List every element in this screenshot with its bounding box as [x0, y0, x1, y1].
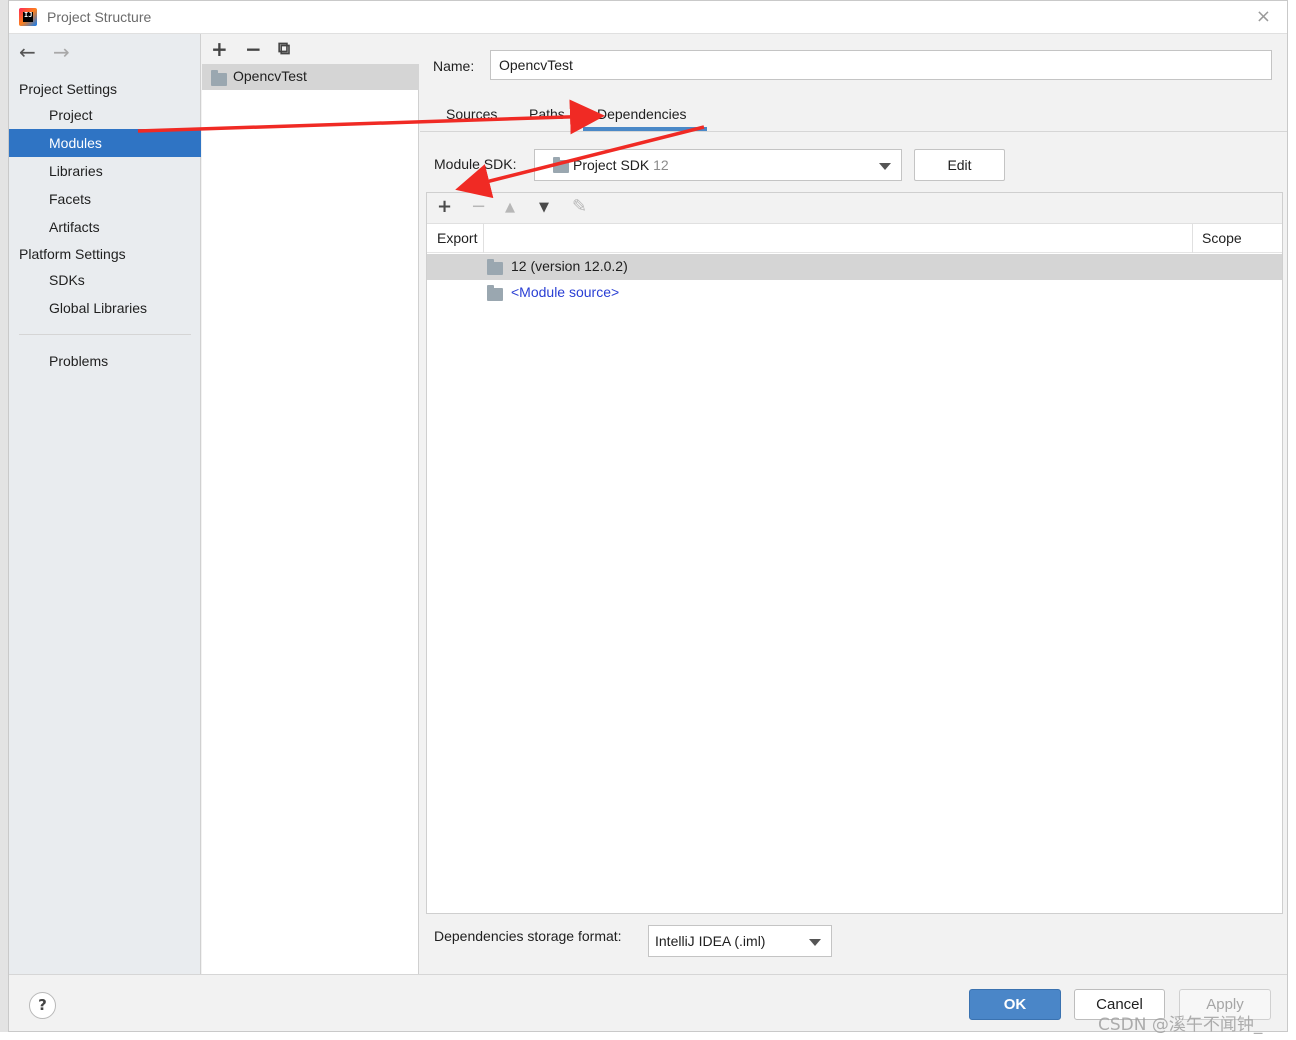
- sidebar-item-sdks[interactable]: SDKs: [9, 266, 201, 294]
- ok-button[interactable]: OK: [969, 989, 1061, 1020]
- settings-sidebar: ← → Project Settings Project Modules Lib…: [9, 34, 201, 974]
- dependencies-toolbar: + − ▲ ▼ ✎: [427, 193, 1282, 224]
- dependency-label: 12 (version 12.0.2): [511, 258, 628, 274]
- storage-format-label: Dependencies storage format:: [434, 928, 622, 944]
- sidebar-divider: [19, 334, 191, 335]
- sidebar-item-facets[interactable]: Facets: [9, 185, 201, 213]
- add-dependency-icon[interactable]: +: [437, 196, 452, 217]
- watermark: CSDN @溪午不闻钟_: [1098, 1015, 1263, 1035]
- module-sdk-label: Module SDK:: [434, 156, 517, 172]
- column-export[interactable]: Export: [437, 230, 477, 246]
- sdk-folder-icon: [553, 157, 569, 173]
- dependencies-table-header: Export Scope: [427, 224, 1282, 253]
- forward-arrow-icon[interactable]: →: [53, 40, 70, 64]
- edit-pencil-icon[interactable]: ✎: [572, 196, 587, 217]
- tab-sources[interactable]: Sources: [446, 106, 497, 122]
- module-folder-icon: [211, 70, 227, 86]
- name-label: Name:: [433, 58, 475, 74]
- window-title: Project Structure: [47, 9, 152, 25]
- sdk-version: 12: [653, 157, 669, 173]
- module-row-opencvtest[interactable]: OpencvTest: [202, 64, 419, 90]
- column-scope[interactable]: Scope: [1202, 230, 1242, 246]
- section-project-settings: Project Settings: [19, 81, 118, 97]
- background-ide-edge: [0, 0, 8, 1040]
- sidebar-item-global-libraries[interactable]: Global Libraries: [9, 294, 201, 322]
- sidebar-item-problems[interactable]: Problems: [9, 347, 201, 375]
- background-right-edge: [1288, 0, 1296, 1040]
- section-platform-settings: Platform Settings: [19, 246, 126, 262]
- module-list-toolbar: + − ⧉: [202, 34, 419, 64]
- sidebar-item-modules[interactable]: Modules: [9, 129, 201, 157]
- add-module-icon[interactable]: +: [211, 37, 228, 61]
- move-up-icon[interactable]: ▲: [505, 200, 515, 215]
- close-icon[interactable]: ×: [1256, 6, 1271, 27]
- column-divider: [483, 224, 484, 253]
- dependency-label: <Module source>: [511, 284, 620, 300]
- storage-format-value: IntelliJ IDEA (.iml): [655, 933, 766, 949]
- storage-format-dropdown[interactable]: IntelliJ IDEA (.iml): [648, 925, 832, 957]
- dialog-footer: ? OK Cancel Apply: [9, 974, 1287, 1031]
- screen: IJ Project Structure × ← → Project Setti…: [0, 0, 1296, 1040]
- module-name: OpencvTest: [233, 68, 307, 84]
- source-folder-icon: [487, 285, 503, 301]
- remove-dependency-icon[interactable]: −: [471, 196, 486, 217]
- module-sdk-dropdown[interactable]: Project SDK 12: [534, 149, 902, 181]
- edit-sdk-button[interactable]: Edit: [914, 149, 1005, 181]
- intellij-app-icon: IJ: [19, 8, 37, 26]
- tabs-divider: [420, 131, 1287, 132]
- back-arrow-icon[interactable]: ←: [19, 40, 36, 64]
- module-detail-panel: Name: OpencvTest Sources Paths Dependenc…: [420, 34, 1287, 974]
- move-down-icon[interactable]: ▼: [539, 200, 549, 215]
- sdk-folder-icon: [487, 259, 503, 275]
- tab-paths[interactable]: Paths: [529, 106, 565, 122]
- remove-module-icon[interactable]: −: [245, 37, 262, 61]
- tab-dependencies[interactable]: Dependencies: [597, 106, 687, 122]
- sidebar-item-libraries[interactable]: Libraries: [9, 157, 201, 185]
- sidebar-item-project[interactable]: Project: [9, 101, 201, 129]
- project-structure-dialog: IJ Project Structure × ← → Project Setti…: [8, 0, 1288, 1032]
- table-row[interactable]: 12 (version 12.0.2): [427, 254, 1282, 280]
- module-name-field[interactable]: OpencvTest: [490, 50, 1272, 80]
- table-row[interactable]: <Module source>: [427, 280, 1282, 306]
- copy-module-icon[interactable]: ⧉: [278, 39, 290, 59]
- column-divider: [1192, 224, 1193, 253]
- sdk-value: Project SDK: [573, 157, 650, 173]
- help-icon[interactable]: ?: [29, 992, 56, 1019]
- module-list-panel: + − ⧉ OpencvTest: [202, 34, 419, 974]
- sidebar-item-artifacts[interactable]: Artifacts: [9, 213, 201, 241]
- chevron-down-icon: [879, 163, 891, 170]
- title-bar: IJ Project Structure ×: [9, 1, 1287, 34]
- chevron-down-icon: [809, 939, 821, 946]
- dependencies-table: + − ▲ ▼ ✎ Export Scope 12 (version 12.0.…: [426, 192, 1283, 914]
